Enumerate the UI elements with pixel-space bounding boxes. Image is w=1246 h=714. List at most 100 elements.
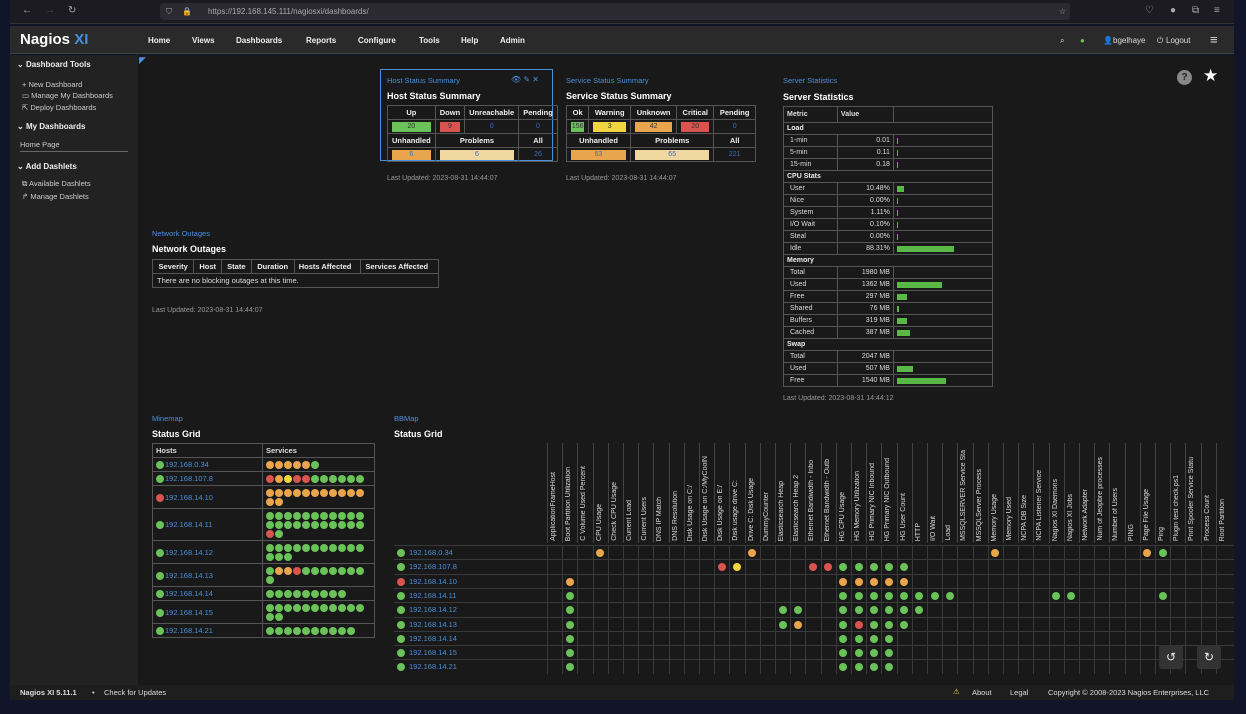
bbmap-column-header[interactable]: Process Count (1200, 443, 1216, 543)
service-status-dot[interactable] (347, 627, 355, 636)
bbmap-service-dot[interactable] (854, 563, 863, 572)
service-status-dot[interactable] (275, 475, 283, 484)
service-status-dot[interactable] (302, 475, 310, 484)
host-unhandled-count[interactable]: 6 (392, 150, 431, 160)
bbmap-service-dot[interactable] (900, 577, 909, 586)
service-status-dot[interactable] (266, 567, 274, 576)
svc-problems-count[interactable]: 65 (635, 150, 710, 160)
service-status-dot[interactable] (347, 521, 355, 530)
bbmap-service-dot[interactable] (565, 649, 574, 658)
host-status-dot[interactable] (156, 571, 164, 580)
bbmap-service-dot[interactable] (565, 591, 574, 600)
service-status-dot[interactable] (338, 489, 346, 498)
service-status-dot[interactable] (329, 489, 337, 498)
bbmap-column-header[interactable]: Current Users (638, 443, 653, 543)
service-status-dot[interactable] (293, 475, 301, 484)
service-status-dot[interactable] (311, 521, 319, 530)
service-status-dot[interactable] (338, 590, 346, 599)
service-status-dot[interactable] (311, 461, 319, 470)
bbmap-column-header[interactable]: HG Primary NIC Inbound (866, 443, 881, 543)
bbmap-column-header[interactable]: HG Primary NIC Outbound (881, 443, 896, 543)
service-status-dot[interactable] (293, 604, 301, 613)
bbmap-service-dot[interactable] (854, 620, 863, 629)
sidebar-deploy-dashboards[interactable]: ⇱ Deploy Dashboards (22, 103, 96, 112)
service-status-dot[interactable] (266, 489, 274, 498)
service-status-dot[interactable] (293, 567, 301, 576)
bbmap-service-dot[interactable] (839, 620, 848, 629)
minemap-host-link[interactable]: 192.168.14.13 (165, 571, 213, 580)
service-status-dot[interactable] (347, 604, 355, 613)
bbmap-service-dot[interactable] (793, 620, 802, 629)
service-status-dot[interactable] (266, 613, 274, 622)
service-status-dot[interactable] (338, 475, 346, 484)
bbmap-column-header[interactable]: I/O Wait (927, 443, 942, 543)
hamburger-menu-icon[interactable]: ≡ (1210, 32, 1218, 47)
svc-all-count[interactable]: 221 (718, 150, 751, 160)
service-status-dot[interactable] (302, 567, 310, 576)
host-problems-count[interactable]: 6 (439, 150, 515, 160)
bbmap-host-status-dot[interactable] (397, 649, 405, 658)
service-status-dot[interactable] (284, 521, 292, 530)
sidebar-new-dashboard[interactable]: + New Dashboard (22, 80, 82, 89)
bbmap-service-dot[interactable] (778, 606, 787, 615)
service-status-dot[interactable] (275, 553, 283, 562)
bbmap-service-dot[interactable] (900, 620, 909, 629)
bbmap-column-header[interactable]: NCPA Listener Service (1033, 443, 1048, 543)
bbmap-column-header[interactable]: HG User Count (896, 443, 912, 543)
bbmap-service-dot[interactable] (869, 663, 878, 672)
bbmap-service-dot[interactable] (991, 549, 1000, 557)
nav-help[interactable]: Help (461, 36, 478, 45)
search-icon[interactable]: ⌕ (1060, 36, 1064, 46)
bbmap-column-header[interactable]: Drive C: Disk Usage (744, 443, 760, 543)
service-status-dot[interactable] (275, 627, 283, 636)
bbmap-column-header[interactable]: HG Memory Utilization (851, 443, 866, 543)
legal-link[interactable]: Legal (1010, 688, 1028, 697)
service-status-dot[interactable] (338, 627, 346, 636)
service-status-dot[interactable] (338, 512, 346, 521)
network-outages-link[interactable]: Network Outages (152, 229, 210, 238)
service-status-dot[interactable] (266, 512, 274, 521)
bbmap-column-header[interactable]: Elasticsearch Heap 2 (790, 443, 805, 543)
bbmap-host-status-dot[interactable] (397, 577, 405, 586)
check-updates-link[interactable]: Check for Updates (104, 688, 166, 697)
service-status-dot[interactable] (338, 521, 346, 530)
bbmap-service-dot[interactable] (900, 606, 909, 615)
svc-warning-count[interactable]: 3 (593, 122, 627, 132)
svc-unknown-count[interactable]: 42 (635, 122, 673, 132)
service-status-dot[interactable] (302, 590, 310, 599)
bbmap-service-dot[interactable] (1143, 549, 1152, 557)
service-status-dot[interactable] (356, 604, 364, 613)
bbmap-service-dot[interactable] (824, 563, 833, 572)
service-status-dot[interactable] (266, 627, 274, 636)
bbmap-column-header[interactable]: Disk usage drive C: (729, 443, 744, 543)
bbmap-column-header[interactable]: Memory Usage (987, 443, 1003, 543)
service-status-dot[interactable] (266, 604, 274, 613)
service-status-dot[interactable] (302, 512, 310, 521)
app-menu-icon[interactable]: ≡ (1214, 5, 1220, 16)
bbmap-column-header[interactable]: Disk Usage on C:/MyCoolN (699, 443, 714, 543)
nav-reports[interactable]: Reports (306, 36, 336, 45)
url-bar[interactable]: ⛉ 🔒 https://192.168.145.111/nagiosxi/das… (160, 3, 1070, 20)
service-status-dot[interactable] (284, 489, 292, 498)
bbmap-service-dot[interactable] (884, 663, 893, 672)
service-status-dot[interactable] (329, 544, 337, 553)
bbmap-host-link[interactable]: 192.168.14.14 (409, 634, 457, 643)
service-status-dot[interactable] (347, 512, 355, 521)
bbmap-service-dot[interactable] (854, 591, 863, 600)
bbmap-service-dot[interactable] (854, 634, 863, 643)
service-status-dot[interactable] (329, 627, 337, 636)
bbmap-host-status-dot[interactable] (397, 663, 405, 672)
service-status-dot[interactable] (320, 627, 328, 636)
bbmap-service-dot[interactable] (915, 606, 924, 615)
sidebar-home-page[interactable]: Home Page (20, 140, 60, 149)
service-status-dot[interactable] (356, 521, 364, 530)
bbmap-service-dot[interactable] (839, 663, 848, 672)
bbmap-host-link[interactable]: 192.168.14.13 (409, 620, 457, 629)
bbmap-column-header[interactable]: Nagios XI Jobs (1063, 443, 1079, 543)
service-status-dot[interactable] (284, 512, 292, 521)
service-status-dot[interactable] (347, 567, 355, 576)
service-status-dot[interactable] (275, 613, 283, 622)
bbmap-column-header[interactable]: Network Adapter (1079, 443, 1094, 543)
service-status-link[interactable]: Service Status Summary (566, 76, 649, 85)
nav-views[interactable]: Views (192, 36, 215, 45)
